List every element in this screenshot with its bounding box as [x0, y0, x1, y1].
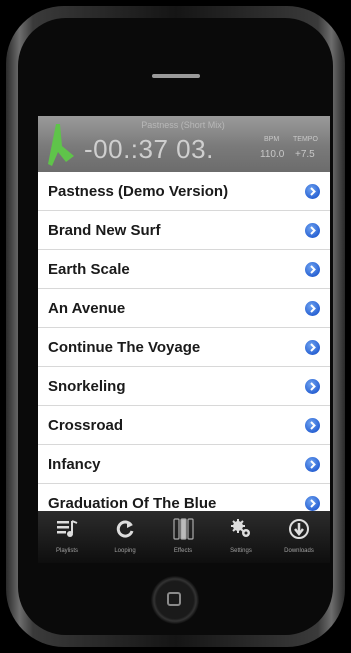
download-icon — [289, 519, 309, 539]
disclosure-icon[interactable] — [305, 496, 320, 511]
current-track-title: Pastness (Short Mix) — [141, 120, 225, 130]
tab-downloads[interactable]: Downloads — [270, 511, 328, 563]
list-item[interactable]: Infancy — [38, 445, 330, 484]
tab-label: Effects — [173, 548, 193, 554]
effects-icon — [173, 518, 194, 540]
now-playing-header[interactable]: Pastness (Short Mix) -00.:37 03. BPM TEM… — [38, 116, 330, 172]
track-label: An Avenue — [48, 300, 126, 317]
track-label: Continue The Voyage — [48, 339, 201, 356]
disclosure-icon[interactable] — [305, 262, 320, 277]
disclosure-icon[interactable] — [305, 301, 320, 316]
tab-label: Playlists — [55, 548, 78, 554]
list-item[interactable]: Snorkeling — [38, 367, 330, 406]
track-label: Infancy — [48, 456, 101, 473]
bpm-label: BPM — [264, 136, 280, 143]
tab-effects[interactable]: Effects — [154, 511, 212, 563]
bpm-value: 110.0 — [260, 149, 285, 160]
time-display: -00.:37 03. — [84, 134, 214, 164]
tempo-value: +7.5 — [295, 149, 315, 160]
track-label: Snorkeling — [48, 378, 126, 395]
home-button[interactable] — [151, 576, 199, 624]
list-item[interactable]: Earth Scale — [38, 250, 330, 289]
waveform-level-icon — [48, 124, 74, 166]
list-item[interactable]: Crossroad — [38, 406, 330, 445]
tab-label: Settings — [230, 548, 252, 554]
tab-label: Looping — [114, 548, 136, 554]
tab-playlists[interactable]: Playlists — [38, 511, 96, 563]
app-screen: Pastness (Short Mix) -00.:37 03. BPM TEM… — [38, 116, 330, 563]
tab-looping[interactable]: Looping — [96, 511, 154, 563]
track-list: Pastness (Demo Version) Brand New Surf E… — [38, 172, 330, 523]
list-item[interactable]: Continue The Voyage — [38, 328, 330, 367]
list-item[interactable]: Brand New Surf — [38, 211, 330, 250]
playlist-icon — [57, 520, 78, 537]
list-item[interactable]: An Avenue — [38, 289, 330, 328]
disclosure-icon[interactable] — [305, 457, 320, 472]
tempo-label: TEMPO — [293, 136, 318, 143]
list-item[interactable]: Pastness (Demo Version) — [38, 172, 330, 211]
tab-settings[interactable]: Settings — [212, 511, 270, 563]
disclosure-icon[interactable] — [305, 184, 320, 199]
track-label: Graduation Of The Blue — [48, 495, 217, 512]
disclosure-icon[interactable] — [305, 340, 320, 355]
loop-icon — [116, 520, 134, 538]
home-square-icon — [167, 592, 181, 606]
track-label: Crossroad — [48, 417, 124, 434]
disclosure-icon[interactable] — [305, 223, 320, 238]
track-label: Pastness (Demo Version) — [48, 183, 229, 200]
track-label: Earth Scale — [48, 261, 130, 278]
gear-icon — [231, 519, 250, 537]
disclosure-icon[interactable] — [305, 418, 320, 433]
disclosure-icon[interactable] — [305, 379, 320, 394]
tab-bar: Playlists Looping Effects Settings Downl… — [38, 511, 330, 563]
track-label: Brand New Surf — [48, 222, 161, 239]
tab-label: Downloads — [284, 548, 314, 554]
earpiece-speaker — [152, 74, 200, 78]
